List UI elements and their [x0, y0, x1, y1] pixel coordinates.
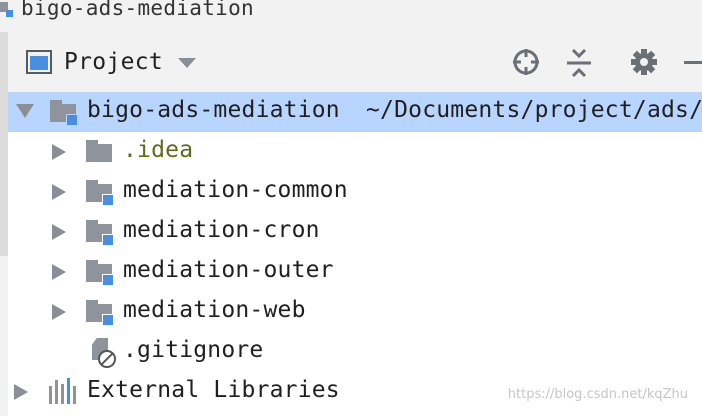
tree-row[interactable]: mediation-outer [8, 252, 702, 292]
collapsed-arrow-icon[interactable] [52, 304, 66, 320]
root-module-name: bigo-ads-mediation [87, 97, 340, 123]
tree-row[interactable]: mediation-cron [8, 212, 702, 252]
collapsed-arrow-icon[interactable] [52, 264, 66, 280]
library-icon [49, 378, 77, 404]
root-module-path: ~/Documents/project/ads/ [366, 97, 702, 123]
module-folder-icon [86, 258, 116, 286]
collapsed-arrow-icon[interactable] [52, 144, 66, 160]
tree-row[interactable]: mediation-web [8, 292, 702, 332]
module-folder-icon [50, 98, 80, 126]
collapsed-arrow-icon[interactable] [52, 184, 66, 200]
tree-row[interactable]: .idea [8, 132, 702, 172]
tree-item-label: mediation-cron [123, 217, 320, 243]
collapsed-arrow-icon[interactable] [52, 224, 66, 240]
project-view-icon [26, 50, 52, 74]
module-folder-icon [86, 178, 116, 206]
panel-title[interactable]: Project [64, 49, 163, 75]
left-tool-strip [0, 32, 8, 256]
watermark: https://blog.csdn.net/kqZhu [507, 387, 688, 402]
tree-row-root[interactable]: bigo-ads-mediation ~/Documents/project/a… [8, 92, 702, 132]
expanded-arrow-icon[interactable] [16, 104, 34, 118]
gear-icon[interactable] [630, 48, 658, 76]
breadcrumb-module[interactable]: bigo-ads-mediation [21, 0, 254, 20]
module-folder-icon [86, 298, 116, 326]
locate-icon[interactable] [512, 48, 540, 76]
tree-item-label: .idea [123, 137, 194, 163]
tree-item-label: mediation-web [123, 297, 306, 323]
minimize-icon[interactable] [684, 61, 702, 64]
collapse-all-icon[interactable] [566, 48, 592, 78]
folder-icon [86, 138, 116, 166]
collapsed-arrow-icon[interactable] [14, 384, 28, 400]
chevron-down-icon[interactable] [178, 58, 196, 68]
tree-row[interactable]: .gitignore [8, 332, 702, 372]
tree-item-label: mediation-outer [123, 257, 334, 283]
tree-item-label: .gitignore [123, 337, 264, 363]
tree-item-label: External Libraries [87, 377, 340, 403]
module-folder-icon [86, 218, 116, 246]
ignored-file-icon [90, 338, 116, 368]
module-icon [0, 0, 14, 17]
tree-row[interactable]: mediation-common [8, 172, 702, 212]
tree-item-label: mediation-common [123, 177, 348, 203]
navigation-breadcrumb: bigo-ads-mediation [0, 0, 702, 30]
